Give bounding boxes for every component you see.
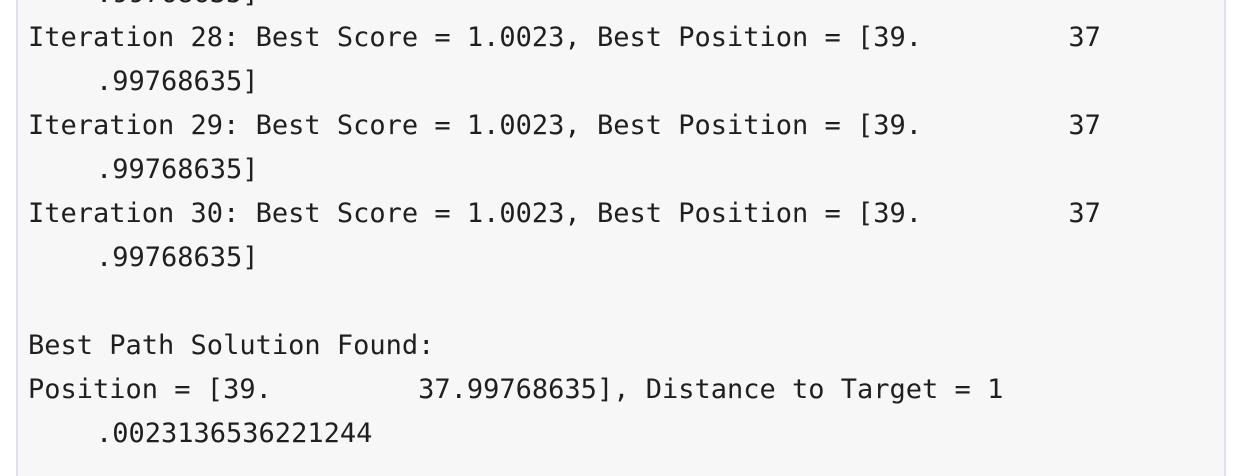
output-line: .0023136536221244	[96, 418, 373, 449]
output-line: Iteration 30: Best Score = 1.0023, Best …	[28, 198, 1101, 229]
output-line: .99768635]	[96, 242, 259, 273]
console-output-panel: .99768635] Iteration 28: Best Score = 1.…	[16, 0, 1226, 476]
console-output-text: .99768635] Iteration 28: Best Score = 1.…	[28, 0, 1224, 456]
output-line: Best Path Solution Found:	[28, 330, 435, 361]
output-line: .99768635]	[28, 0, 1224, 16]
output-line-blank	[28, 280, 1224, 324]
output-line: .99768635]	[96, 154, 259, 185]
output-line: Position = [39. 37.99768635], Distance t…	[28, 374, 1004, 405]
output-line: Iteration 28: Best Score = 1.0023, Best …	[28, 22, 1101, 53]
output-line: .99768635]	[96, 66, 259, 97]
output-line: Iteration 29: Best Score = 1.0023, Best …	[28, 110, 1101, 141]
